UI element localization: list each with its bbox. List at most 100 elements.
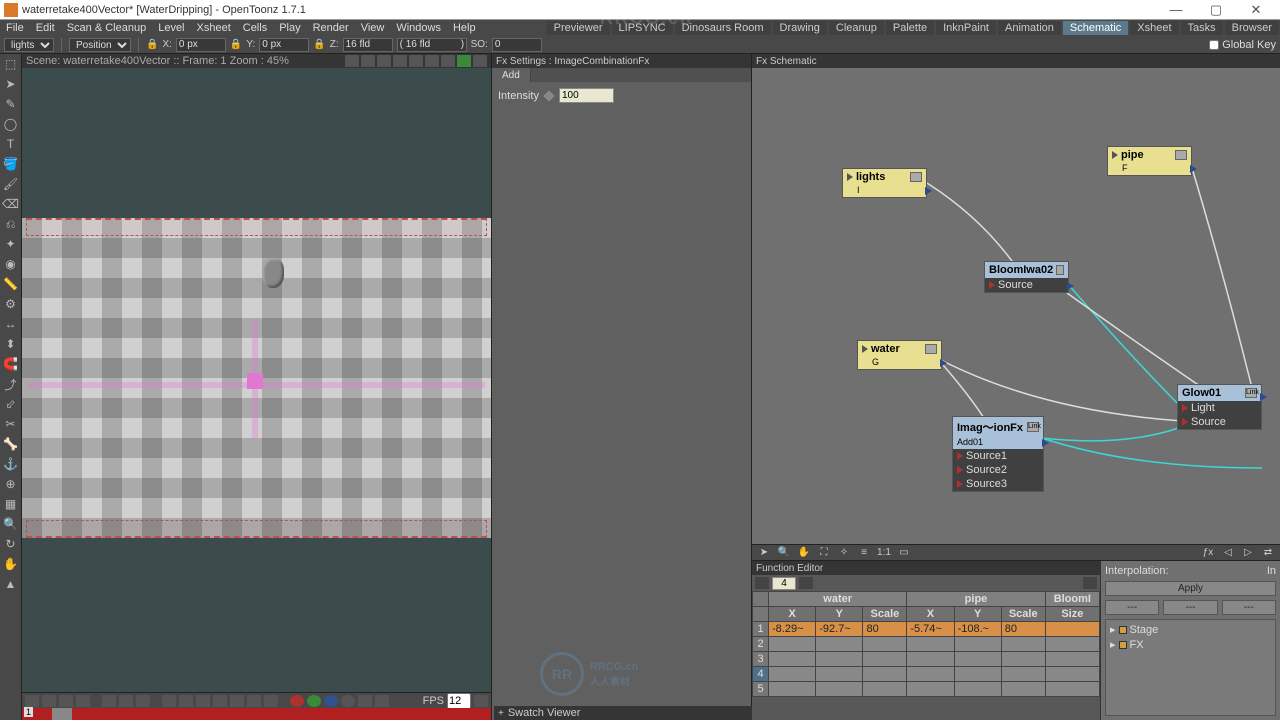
- menu-cells[interactable]: Cells: [237, 22, 273, 34]
- eraser-tool[interactable]: ⌫: [1, 195, 21, 213]
- row-2[interactable]: 2: [753, 637, 769, 652]
- hook-tool[interactable]: ⚓: [1, 455, 21, 473]
- row-1[interactable]: 1: [753, 622, 769, 637]
- timeline-slider[interactable]: 1: [22, 708, 491, 720]
- pinch-tool[interactable]: ↔: [1, 315, 21, 333]
- fe-frame-input[interactable]: [772, 577, 796, 590]
- room-schematic[interactable]: Schematic: [1063, 21, 1128, 35]
- maximize-button[interactable]: ▢: [1196, 1, 1236, 19]
- z-input[interactable]: [343, 38, 393, 52]
- col-y[interactable]: Y: [816, 607, 863, 622]
- node-tag-icon[interactable]: [925, 344, 937, 354]
- room-drawing[interactable]: Drawing: [773, 21, 827, 35]
- col-scale[interactable]: Scale: [863, 607, 907, 622]
- tracker-tool[interactable]: ⊕: [1, 475, 21, 493]
- cell[interactable]: -92.7~: [816, 622, 863, 637]
- center-handle[interactable]: [247, 373, 263, 389]
- schematic-canvas[interactable]: lights I pipe F water G BloomIwa02 Sourc…: [752, 68, 1280, 544]
- node-tag-icon[interactable]: [1056, 265, 1064, 275]
- fill-tool[interactable]: 🪣: [1, 155, 21, 173]
- so-input[interactable]: [492, 38, 542, 52]
- menu-edit[interactable]: Edit: [30, 22, 61, 34]
- room-dinos[interactable]: Dinosaurs Room: [675, 21, 771, 35]
- lock-icon-2[interactable]: 🔒: [230, 39, 242, 50]
- node-bloom[interactable]: BloomIwa02 Source: [984, 261, 1069, 293]
- pb-option-2[interactable]: [42, 695, 56, 707]
- bender-tool[interactable]: ⤴: [1, 375, 21, 393]
- minimize-button[interactable]: —: [1156, 1, 1196, 19]
- function-spreadsheet[interactable]: water pipe BloomI X Y Scale X Y Scale Si…: [752, 591, 1100, 697]
- swap-icon[interactable]: ⇄: [1260, 547, 1276, 559]
- cell[interactable]: 80: [1001, 622, 1045, 637]
- rotate-tool[interactable]: ↻: [1, 535, 21, 553]
- ruler-tool[interactable]: 📏: [1, 275, 21, 293]
- fit-icon[interactable]: ⛶: [816, 547, 832, 559]
- col-size[interactable]: Size: [1045, 607, 1099, 622]
- group-pipe[interactable]: pipe: [907, 592, 1045, 607]
- pb-option-1[interactable]: [25, 695, 39, 707]
- plastic-tool[interactable]: ▦: [1, 495, 21, 513]
- node-imgfx-source2[interactable]: Source2: [966, 464, 1007, 476]
- viewer-canvas[interactable]: [22, 68, 491, 692]
- fx-tab-add[interactable]: Add: [492, 68, 531, 82]
- menu-play[interactable]: Play: [273, 22, 306, 34]
- last-frame-button[interactable]: [264, 695, 278, 707]
- fx-icon[interactable]: ƒx: [1200, 547, 1216, 559]
- timeline-thumb[interactable]: [52, 708, 72, 720]
- node-pipe[interactable]: pipe F: [1107, 146, 1192, 176]
- cell[interactable]: 80: [863, 622, 907, 637]
- room-palette[interactable]: Palette: [886, 21, 934, 35]
- pause-button[interactable]: [196, 695, 210, 707]
- node-imgfx[interactable]: Imag～ionFxLink Add01 Source1 Source2 Sou…: [952, 416, 1044, 492]
- fwd-icon[interactable]: ▷: [1240, 547, 1256, 559]
- rec-blue-icon[interactable]: [324, 695, 338, 707]
- y-input[interactable]: [259, 38, 309, 52]
- x-input[interactable]: [176, 38, 226, 52]
- intensity-input[interactable]: [559, 88, 614, 103]
- lock-icon[interactable]: 🔒: [146, 39, 158, 50]
- link-tag[interactable]: Link: [1027, 422, 1039, 432]
- geometry-tool[interactable]: ◯: [1, 115, 21, 133]
- paren-input[interactable]: [397, 38, 467, 52]
- menu-help[interactable]: Help: [447, 22, 482, 34]
- fe-next-key-button[interactable]: [799, 577, 813, 589]
- hand-tool[interactable]: ✋: [1, 555, 21, 573]
- keyframe-diamond-icon[interactable]: [543, 90, 554, 101]
- play-button[interactable]: [213, 695, 227, 707]
- seg-btn-3[interactable]: ---: [1222, 600, 1276, 615]
- loop-button[interactable]: [230, 695, 244, 707]
- tree-stage[interactable]: Stage: [1130, 624, 1159, 636]
- row-5[interactable]: 5: [753, 682, 769, 697]
- close-button[interactable]: ✕: [1236, 1, 1276, 19]
- port-icon[interactable]: [925, 187, 932, 195]
- group-water[interactable]: water: [769, 592, 907, 607]
- node-tag-icon[interactable]: [1175, 150, 1187, 160]
- room-inknpaint[interactable]: InknPaint: [936, 21, 996, 35]
- row-3[interactable]: 3: [753, 652, 769, 667]
- menu-windows[interactable]: Windows: [390, 22, 447, 34]
- zoom-icon[interactable]: 🔍: [776, 547, 792, 559]
- room-cleanup[interactable]: Cleanup: [829, 21, 884, 35]
- pb-bg-1[interactable]: [102, 695, 116, 707]
- port-icon[interactable]: [1190, 165, 1197, 173]
- fps-up-icon[interactable]: [474, 695, 488, 707]
- vh-icon-6[interactable]: [425, 55, 439, 67]
- channel-tree[interactable]: ▸Stage ▸FX: [1105, 619, 1276, 716]
- fe-menu-icon[interactable]: [1083, 577, 1097, 589]
- port-icon[interactable]: [1067, 282, 1074, 290]
- cutter-tool[interactable]: ✂: [1, 415, 21, 433]
- node-tag-icon[interactable]: [910, 172, 922, 182]
- col-scale2[interactable]: Scale: [1001, 607, 1045, 622]
- first-frame-button[interactable]: [162, 695, 176, 707]
- cell[interactable]: -5.74~: [907, 622, 954, 637]
- lock-icon-3[interactable]: 🔒: [313, 39, 325, 50]
- port-icon[interactable]: [1260, 393, 1267, 401]
- vh-icon-8[interactable]: [457, 55, 471, 67]
- link-tag[interactable]: Link: [1245, 388, 1257, 398]
- group-bloom[interactable]: BloomI: [1045, 592, 1099, 607]
- room-animation[interactable]: Animation: [998, 21, 1061, 35]
- room-lipsync[interactable]: LIPSYNC: [612, 21, 673, 35]
- apply-button[interactable]: Apply: [1105, 581, 1276, 596]
- col-x2[interactable]: X: [907, 607, 954, 622]
- cell[interactable]: [1045, 622, 1099, 637]
